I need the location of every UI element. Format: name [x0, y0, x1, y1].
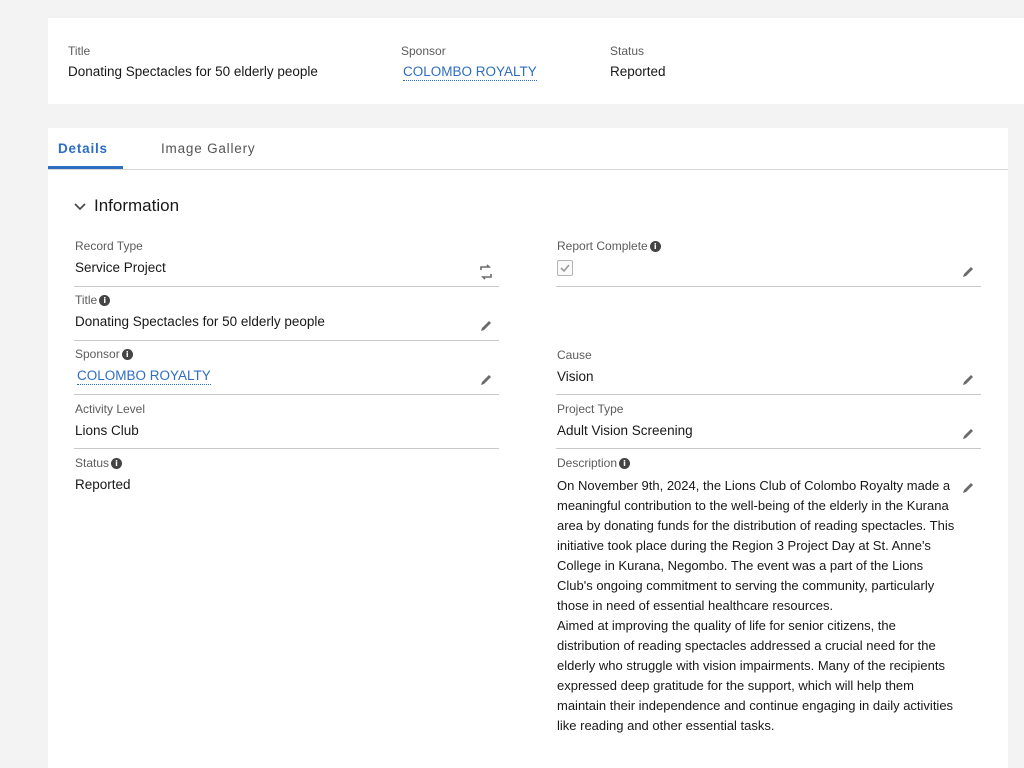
- highlight-title: Title Donating Spectacles for 50 elderly…: [68, 44, 318, 81]
- activity-level-value: Lions Club: [75, 423, 139, 438]
- divider: [74, 448, 499, 449]
- field-project-type: Project Type Adult Vision Screening: [557, 402, 693, 438]
- divider: [74, 340, 499, 341]
- divider: [74, 286, 499, 287]
- tab-image-gallery[interactable]: Image Gallery: [161, 141, 255, 156]
- tab-details[interactable]: Details: [58, 141, 108, 156]
- change-record-type-icon[interactable]: [478, 264, 494, 280]
- highlight-sponsor: Sponsor COLOMBO ROYALTY: [401, 44, 537, 81]
- divider: [556, 394, 981, 395]
- info-icon[interactable]: i: [619, 457, 631, 469]
- divider: [556, 286, 981, 287]
- divider: [556, 448, 981, 449]
- description-label: Description: [557, 456, 618, 470]
- highlight-status-value: Reported: [610, 64, 666, 79]
- highlight-title-label: Title: [68, 44, 91, 58]
- active-tab-indicator: [48, 166, 123, 169]
- status-value: Reported: [75, 477, 131, 492]
- activity-level-label: Activity Level: [75, 402, 146, 416]
- sponsor-label: Sponsor: [75, 347, 120, 361]
- field-status: Status i Reported: [75, 456, 131, 492]
- record-type-label: Record Type: [75, 239, 143, 253]
- field-activity-level: Activity Level Lions Club: [75, 402, 145, 438]
- chevron-down-icon: [74, 200, 86, 214]
- field-sponsor: Sponsor i COLOMBO ROYALTY: [75, 347, 211, 385]
- section-title: Information: [94, 196, 180, 215]
- project-type-label: Project Type: [557, 402, 624, 416]
- record-type-value: Service Project: [75, 260, 166, 275]
- sponsor-link[interactable]: COLOMBO ROYALTY: [77, 368, 211, 385]
- status-label: Status: [75, 456, 110, 470]
- highlight-sponsor-link[interactable]: COLOMBO ROYALTY: [403, 64, 537, 81]
- sponsor-link-text[interactable]: COLOMBO ROYALTY: [77, 368, 211, 385]
- pencil-icon[interactable]: [478, 372, 494, 388]
- field-description: Description i On November 9th, 2024, the …: [557, 456, 961, 736]
- divider: [74, 394, 499, 395]
- field-record-type: Record Type Service Project: [75, 239, 166, 275]
- info-icon[interactable]: i: [649, 240, 661, 252]
- description-value: On November 9th, 2024, the Lions Club of…: [557, 476, 961, 736]
- highlights-panel: Title Donating Spectacles for 50 elderly…: [48, 18, 1024, 104]
- info-icon[interactable]: i: [111, 457, 123, 469]
- checkmark-icon: [560, 264, 570, 273]
- cause-value: Vision: [557, 369, 594, 384]
- pencil-icon[interactable]: [960, 372, 976, 388]
- description-paragraph: On November 9th, 2024, the Lions Club of…: [557, 478, 955, 613]
- pencil-icon[interactable]: [960, 480, 976, 496]
- pencil-icon[interactable]: [960, 264, 976, 280]
- field-title: Title i Donating Spectacles for 50 elderl…: [75, 293, 325, 329]
- report-complete-checkbox: [557, 260, 573, 276]
- tab-bar: Details Image Gallery: [48, 128, 1008, 170]
- field-report-complete: Report Complete i: [557, 239, 661, 276]
- pencil-icon[interactable]: [478, 318, 494, 334]
- info-icon[interactable]: i: [121, 348, 133, 360]
- description-paragraph: Aimed at improving the quality of life f…: [557, 618, 954, 733]
- field-cause: Cause Vision: [557, 348, 594, 384]
- info-icon[interactable]: i: [99, 294, 111, 306]
- highlight-status-label: Status: [610, 44, 645, 58]
- highlight-status: Status Reported: [610, 44, 666, 81]
- record-detail-card: Details Image Gallery Information Record…: [48, 128, 1008, 768]
- title-value: Donating Spectacles for 50 elderly peopl…: [75, 314, 325, 329]
- section-information-toggle[interactable]: Information: [74, 196, 179, 216]
- cause-label: Cause: [557, 348, 592, 362]
- title-label: Title: [75, 293, 98, 307]
- project-type-value: Adult Vision Screening: [557, 423, 693, 438]
- report-complete-label: Report Complete: [557, 239, 648, 253]
- pencil-icon[interactable]: [960, 426, 976, 442]
- highlight-title-value: Donating Spectacles for 50 elderly peopl…: [68, 64, 318, 79]
- highlight-sponsor-label: Sponsor: [401, 44, 446, 58]
